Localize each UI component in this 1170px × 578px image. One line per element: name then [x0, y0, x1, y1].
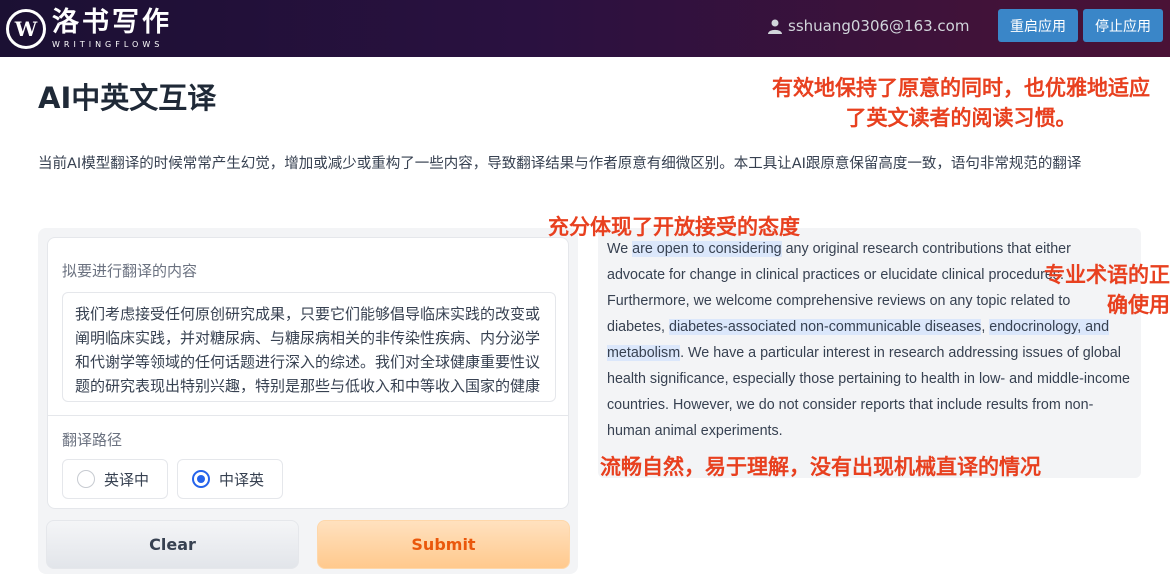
- annotation-terminology: 专业术语的正确使用: [1044, 263, 1170, 317]
- route-label: 翻译路径: [62, 431, 123, 449]
- radio-en-to-zh[interactable]: 英译中: [62, 459, 168, 499]
- annotation-openness: 充分体现了开放接受的态度: [548, 215, 800, 239]
- logo-icon: W: [6, 9, 46, 49]
- radio-checked-icon: [192, 470, 210, 488]
- app-logo[interactable]: W 洛书写作 WRITINGFLOWS: [6, 8, 172, 50]
- logo-subtitle: WRITINGFLOWS: [52, 40, 164, 49]
- output-highlight: are open to considering: [632, 241, 782, 257]
- page-title: AI中英文互译: [38, 81, 217, 115]
- submit-button[interactable]: Submit: [317, 520, 570, 569]
- user-email: sshuang0306@163.com: [788, 17, 970, 35]
- restart-app-button[interactable]: 重启应用: [998, 9, 1078, 42]
- radio-unchecked-icon: [77, 470, 95, 488]
- user-account[interactable]: sshuang0306@163.com: [767, 17, 969, 35]
- output-highlight: diabetes-associated non-communicable dis…: [669, 319, 982, 335]
- page-description: 当前AI模型翻译的时候常常产生幻觉，增加或减少或重构了一些内容，导致翻译结果与作…: [38, 156, 1082, 172]
- logo-text: 洛书写作 WRITINGFLOWS: [52, 8, 172, 50]
- annotation-fidelity: 有效地保持了原意的同时，也优雅地适应了英文读者的阅读习惯。: [772, 76, 1150, 130]
- content-label: 拟要进行翻译的内容: [62, 262, 198, 280]
- input-panel: 拟要进行翻译的内容 我们考虑接受任何原创研究成果，只要它们能够倡导临床实践的改变…: [38, 228, 578, 574]
- radio-label: 中译英: [219, 470, 265, 489]
- divider: [48, 415, 568, 416]
- input-card: 拟要进行翻译的内容 我们考虑接受任何原创研究成果，只要它们能够倡导临床实践的改变…: [47, 237, 569, 509]
- clear-button[interactable]: Clear: [46, 520, 299, 569]
- radio-zh-to-en[interactable]: 中译英: [177, 459, 283, 499]
- stop-app-button[interactable]: 停止应用: [1083, 9, 1163, 42]
- output-text: We: [607, 241, 633, 257]
- annotation-fluency: 流畅自然，易于理解，没有出现机械直译的情况: [600, 455, 1041, 479]
- radio-label: 英译中: [104, 470, 150, 489]
- top-bar: W 洛书写作 WRITINGFLOWS sshuang0306@163.com …: [0, 0, 1170, 57]
- output-text: . We have a particular interest in resea…: [607, 345, 1130, 439]
- source-text-input[interactable]: 我们考虑接受任何原创研究成果，只要它们能够倡导临床实践的改变或阐明临床实践，并对…: [62, 292, 556, 402]
- user-icon: [768, 19, 782, 34]
- logo-title: 洛书写作: [52, 7, 172, 38]
